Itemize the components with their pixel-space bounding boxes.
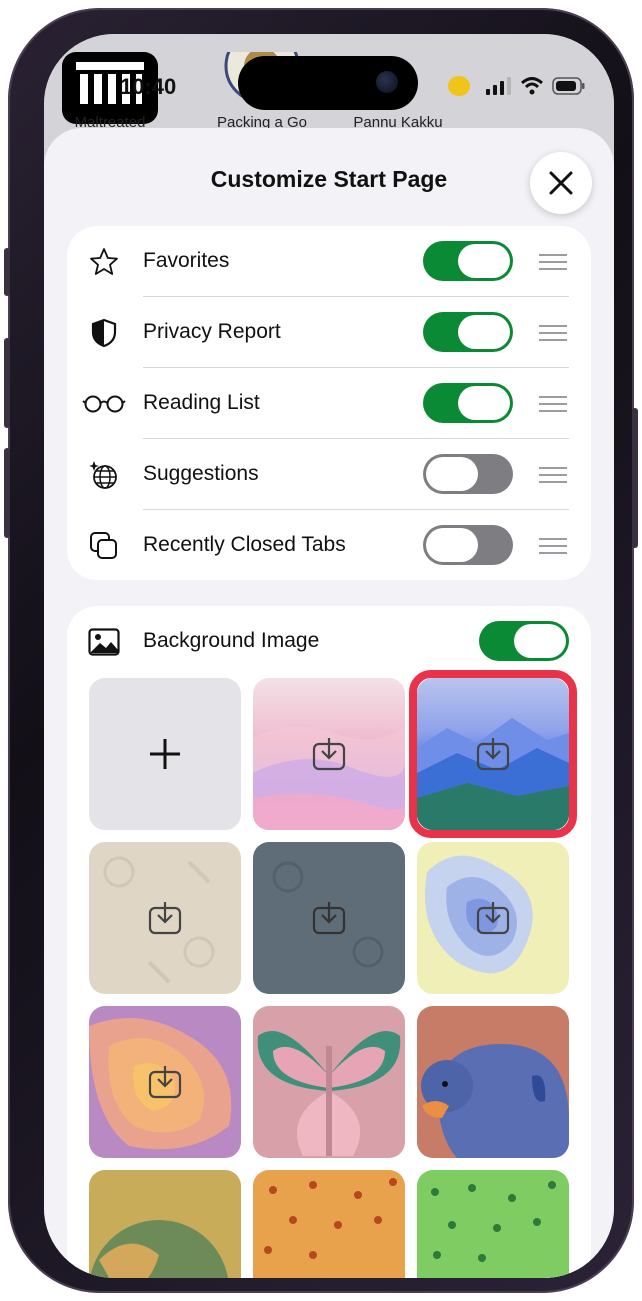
notification-dot-icon: [448, 76, 470, 96]
section-row-privacy-report: Privacy Report: [67, 297, 591, 368]
favorites-toggle[interactable]: [423, 241, 513, 281]
background-option-slate-pattern[interactable]: [253, 842, 405, 994]
section-row-reading-list: Reading List: [67, 368, 591, 439]
section-label: Privacy Report: [143, 320, 281, 343]
camera-icon: [376, 71, 398, 93]
section-label: Favorites: [143, 249, 230, 272]
suggestions-toggle[interactable]: [423, 454, 513, 494]
background-image-label: Background Image: [143, 629, 320, 652]
privacy-report-toggle[interactable]: [423, 312, 513, 352]
close-icon: [549, 171, 573, 195]
reorder-handle[interactable]: [539, 254, 567, 270]
phone-frame: Maltreated Packing a Go Pannu Kakku 10:4…: [4, 8, 638, 1293]
shield-icon: [87, 317, 121, 349]
action-button: [4, 248, 10, 296]
recently-closed-tabs-toggle[interactable]: [423, 525, 513, 565]
volume-down-button: [4, 448, 10, 538]
background-option-beige-pattern[interactable]: [89, 842, 241, 994]
reorder-handle[interactable]: [539, 325, 567, 341]
download-icon: [312, 902, 346, 935]
status-time: 10:40: [120, 74, 177, 99]
background-image-toggle[interactable]: [479, 621, 569, 661]
reorder-handle[interactable]: [539, 467, 567, 483]
battery-icon: [552, 77, 585, 95]
reorder-handle[interactable]: [539, 396, 567, 412]
reorder-handle[interactable]: [539, 538, 567, 554]
close-button[interactable]: [530, 152, 592, 214]
background-option-blue-contour[interactable]: [417, 842, 569, 994]
glasses-icon: [81, 388, 127, 420]
globe-sparkle-icon: [87, 459, 121, 491]
download-icon: [312, 738, 346, 771]
customize-sheet: Customize Start Page Favorites Privacy R…: [44, 128, 614, 1278]
download-icon: [476, 902, 510, 935]
sheet-title: Customize Start Page: [210, 166, 448, 192]
reading-list-toggle[interactable]: [423, 383, 513, 423]
selected-background-highlight: [409, 670, 577, 838]
background-card: Background Image: [67, 606, 591, 1278]
background-option-orange-contour[interactable]: [89, 1006, 241, 1158]
star-icon: [87, 246, 121, 278]
photo-icon: [87, 626, 121, 658]
volume-up-button: [4, 338, 10, 428]
background-image-row: Background Image: [67, 606, 591, 677]
signal-icon: [486, 77, 511, 95]
screen: Maltreated Packing a Go Pannu Kakku 10:4…: [44, 34, 614, 1278]
background-option-parrot[interactable]: [89, 1170, 241, 1278]
background-option-green-leaves[interactable]: [417, 1170, 569, 1278]
power-button: [632, 408, 638, 548]
download-icon: [148, 902, 182, 935]
section-label: Reading List: [143, 391, 260, 414]
wifi-icon: [520, 77, 544, 95]
section-label: Recently Closed Tabs: [143, 533, 346, 556]
section-label: Suggestions: [143, 462, 259, 485]
tabs-icon: [87, 530, 121, 562]
background-option-bear[interactable]: [417, 1006, 569, 1158]
section-row-favorites: Favorites: [67, 226, 591, 297]
add-background-button[interactable]: [89, 678, 241, 830]
section-row-recently-closed-tabs: Recently Closed Tabs: [67, 510, 591, 581]
background-option-butterfly[interactable]: [253, 1006, 405, 1158]
sections-card: Favorites Privacy Report Reading List Su…: [67, 226, 591, 580]
dynamic-island: [238, 56, 418, 110]
background-option-orange-dots[interactable]: [253, 1170, 405, 1278]
plus-icon: [150, 739, 180, 769]
download-icon: [148, 1066, 182, 1099]
background-option-pink-dunes[interactable]: [253, 678, 405, 830]
section-row-suggestions: Suggestions: [67, 439, 591, 510]
